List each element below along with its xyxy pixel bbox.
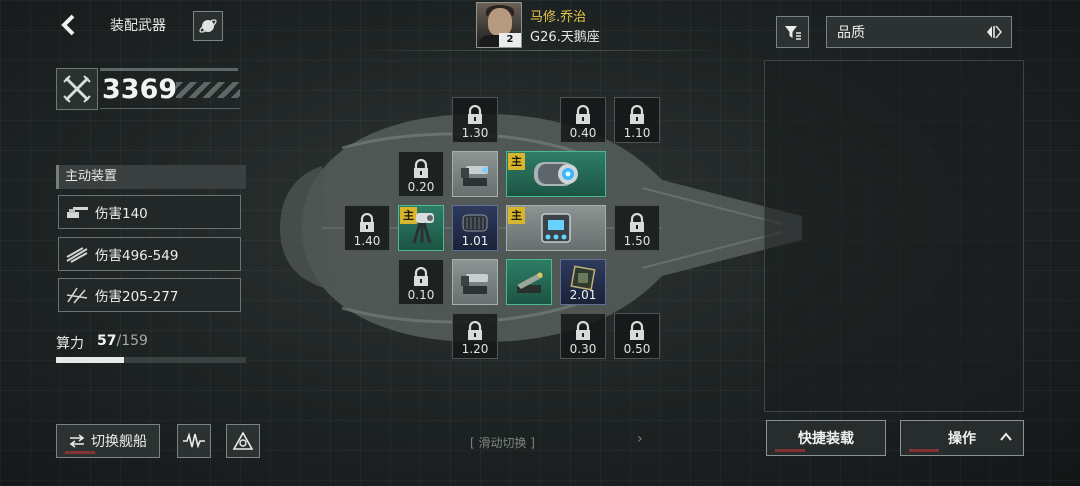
- device-item[interactable]: 伤害140: [58, 195, 241, 229]
- power-hatch-decoration: [176, 82, 240, 98]
- equipped-chip-slot[interactable]: 2.01: [560, 259, 606, 305]
- switch-ship-button[interactable]: 切换舰船: [56, 424, 160, 458]
- equipped-main-module-slot[interactable]: 主: [506, 205, 606, 251]
- lock-icon: [630, 321, 644, 340]
- lock-icon: [360, 213, 374, 232]
- slot-value: 1.10: [623, 126, 651, 140]
- slot-value: 2.01: [569, 288, 597, 302]
- locked-slot[interactable]: 1.40: [344, 205, 390, 251]
- slot-value: 1.01: [461, 234, 489, 248]
- slot-value: 0.30: [569, 342, 597, 356]
- locked-slot[interactable]: 0.10: [398, 259, 444, 305]
- locked-slot[interactable]: 0.20: [398, 151, 444, 197]
- quick-equip-button[interactable]: 快捷装载: [766, 420, 886, 456]
- slot-value: 1.50: [623, 234, 651, 248]
- switch-ship-label: 切换舰船: [91, 434, 147, 450]
- slot-value: 1.20: [461, 342, 489, 356]
- crossed-swords-icon: [56, 68, 98, 110]
- page-title: 装配武器: [110, 18, 166, 34]
- swap-arrows-icon: [69, 434, 85, 448]
- equipped-main-device-slot[interactable]: 主: [506, 151, 606, 197]
- slot-value: 0.10: [407, 288, 435, 302]
- compute-progress-bar: [56, 357, 246, 363]
- waveform-button[interactable]: [177, 424, 211, 458]
- missile-icon: [66, 247, 88, 263]
- device-label: 伤害205-277: [95, 289, 179, 305]
- planet-button[interactable]: [193, 11, 223, 41]
- compute-max: /159: [116, 333, 148, 349]
- triangle-formation-icon: [232, 431, 254, 450]
- compute-current: 57: [97, 333, 117, 349]
- slot-value: 1.40: [353, 234, 381, 248]
- device-item[interactable]: 伤害496-549: [58, 237, 241, 271]
- lock-icon: [576, 105, 590, 124]
- cannon-icon: [461, 274, 488, 294]
- lock-icon: [630, 105, 644, 124]
- lock-icon: [576, 321, 590, 340]
- lock-icon: [630, 213, 644, 232]
- locked-slot[interactable]: 0.40: [560, 97, 606, 143]
- lock-icon: [414, 159, 428, 178]
- tripod-turret-icon: [412, 213, 434, 244]
- turret-icon: [67, 207, 88, 218]
- planet-icon: [199, 19, 217, 33]
- equipped-launcher-slot[interactable]: [506, 259, 552, 305]
- ship-name: G26.天鹅座: [530, 30, 600, 45]
- sort-dropdown[interactable]: 品质: [826, 16, 1012, 48]
- chevron-up-icon: [1000, 432, 1012, 441]
- lock-icon: [468, 105, 482, 124]
- missile-launcher-icon: [517, 272, 543, 293]
- equipped-cannon-slot[interactable]: [452, 259, 498, 305]
- sort-dropdown-label: 品质: [837, 25, 865, 41]
- swipe-hint: [ 滑动切换 ]: [470, 436, 535, 450]
- cannon-icon: [461, 166, 488, 186]
- device-label: 伤害496-549: [95, 248, 179, 264]
- device-item[interactable]: 伤害205-277: [58, 278, 241, 312]
- slot-value: 0.50: [623, 342, 651, 356]
- device-label: 伤害140: [95, 206, 148, 222]
- slot-value: 1.30: [461, 126, 489, 140]
- locked-slot[interactable]: 0.30: [560, 313, 606, 359]
- lock-icon: [468, 321, 482, 340]
- lock-icon: [414, 267, 428, 286]
- operate-button[interactable]: 操作: [900, 420, 1024, 456]
- module-cube-icon: [541, 213, 571, 243]
- drone-swarm-icon: [66, 287, 88, 304]
- operate-label: 操作: [948, 431, 976, 447]
- locked-slot[interactable]: 1.50: [614, 205, 660, 251]
- equipped-armor-slot[interactable]: 1.01: [452, 205, 498, 251]
- header-divider: [350, 50, 730, 51]
- equipped-main-turret-slot[interactable]: 主: [398, 205, 444, 251]
- equipped-cannon-slot[interactable]: [452, 151, 498, 197]
- combat-power-panel: 3369: [56, 68, 240, 112]
- active-devices-header: 主动装置: [56, 165, 246, 189]
- filter-funnel-icon: [784, 26, 801, 40]
- swipe-next-arrow[interactable]: ›: [637, 431, 643, 447]
- commander-avatar[interactable]: 2: [476, 2, 522, 48]
- commander-level-badge: 2: [499, 33, 521, 47]
- back-button[interactable]: [56, 12, 82, 38]
- reactor-cylinder-icon: [534, 162, 578, 186]
- compute-progress-fill: [56, 357, 125, 363]
- locked-slot[interactable]: 1.30: [452, 97, 498, 143]
- sort-toggle-icon: [987, 25, 1002, 39]
- combat-power-value: 3369: [102, 74, 178, 105]
- fleet-formation-button[interactable]: [226, 424, 260, 458]
- waveform-icon: [183, 432, 205, 449]
- main-tag: 主: [508, 153, 525, 170]
- chevron-left-icon: [61, 14, 75, 36]
- locked-slot[interactable]: 0.50: [614, 313, 660, 359]
- inventory-list-panel[interactable]: [764, 60, 1024, 412]
- compute-label: 算力: [56, 336, 84, 352]
- slot-value: 0.40: [569, 126, 597, 140]
- quick-equip-label: 快捷装载: [798, 431, 854, 447]
- commander-name: 马修.乔治: [530, 10, 587, 25]
- compute-value: 57/159: [97, 333, 148, 349]
- slot-value: 0.20: [407, 180, 435, 194]
- locked-slot[interactable]: 1.10: [614, 97, 660, 143]
- main-tag: 主: [508, 207, 525, 224]
- locked-slot[interactable]: 1.20: [452, 313, 498, 359]
- filter-button[interactable]: [776, 16, 809, 48]
